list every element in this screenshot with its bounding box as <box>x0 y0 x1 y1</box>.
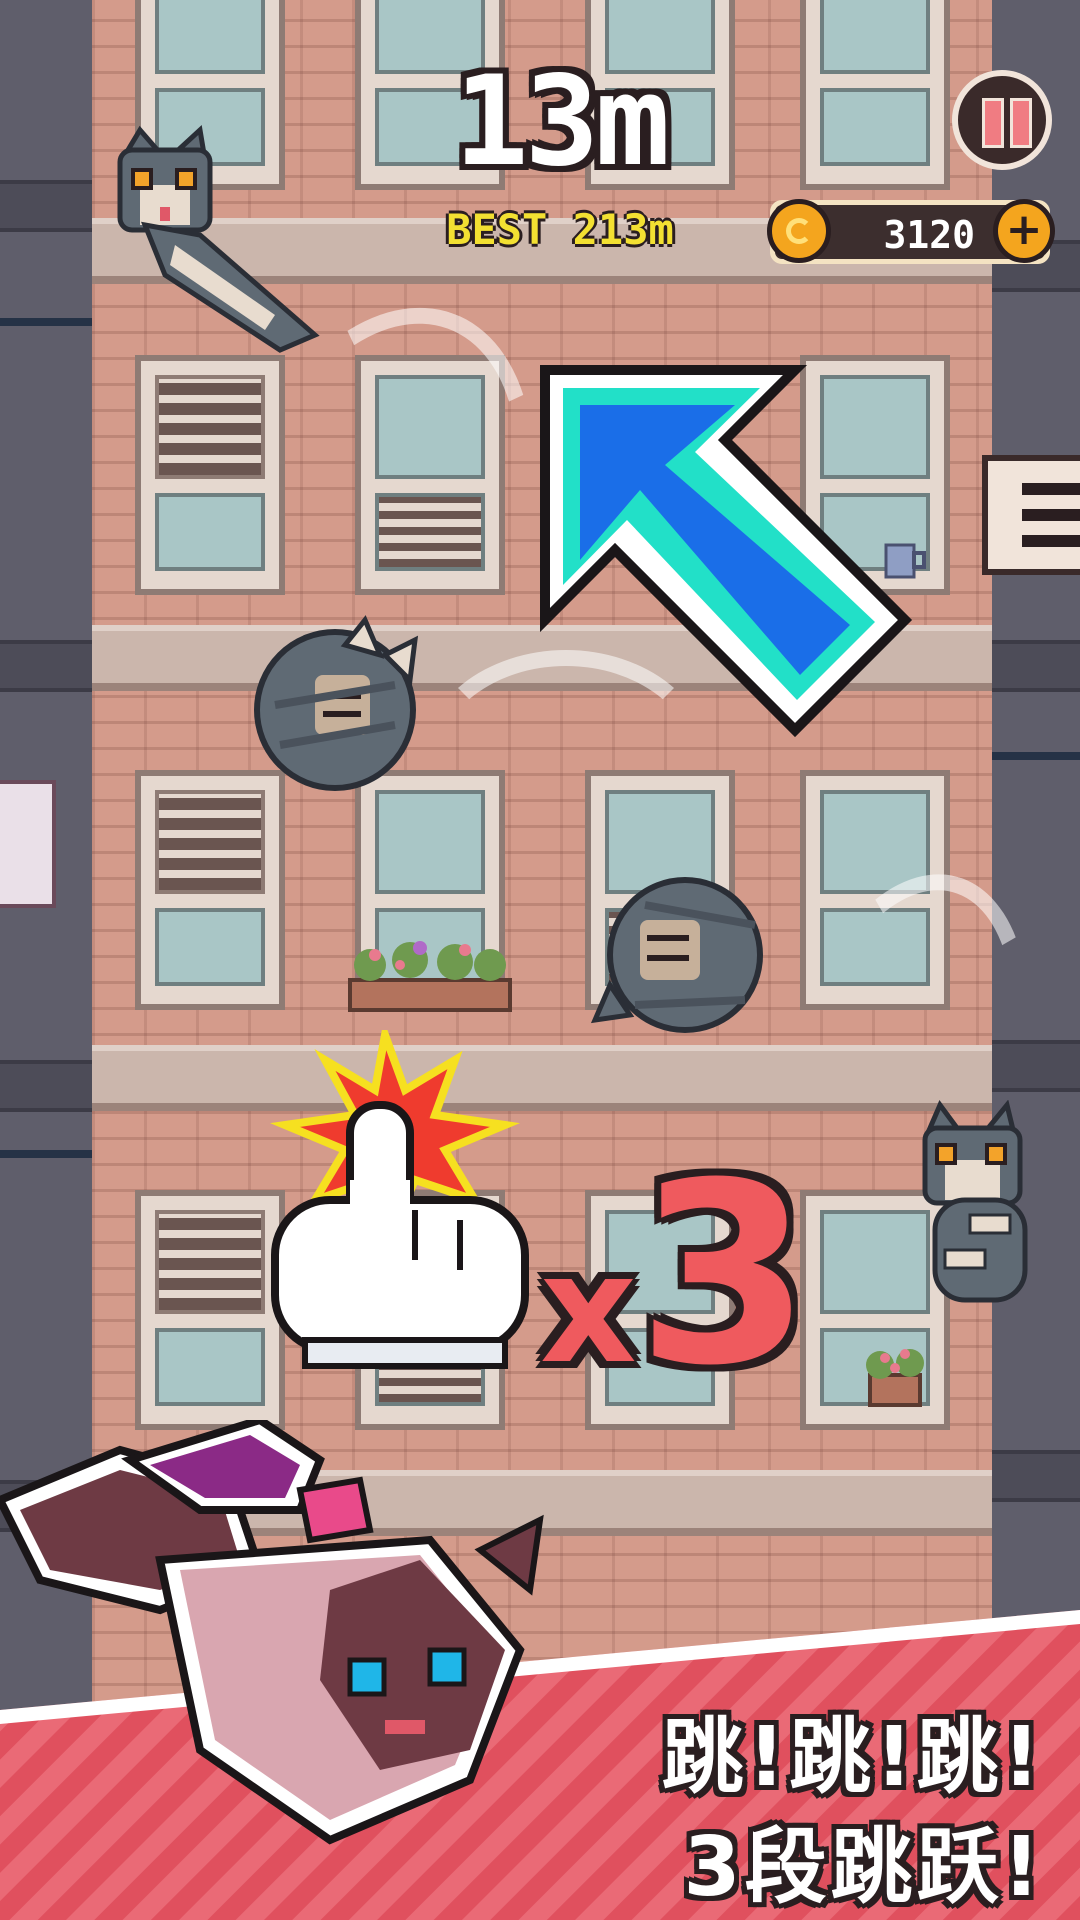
best-distance: BEST 213m <box>446 205 674 254</box>
jump-multiplier: x3 <box>540 1150 811 1400</box>
window <box>135 1190 285 1430</box>
game-screen[interactable]: x3 13m BEST 213m 3120 + 跳!跳!跳! 3段跳跃! <box>0 0 1080 1920</box>
window <box>800 0 950 190</box>
menu-button[interactable] <box>982 455 1080 575</box>
distance-counter: 13m <box>454 50 670 194</box>
multiplier-x: x <box>540 1223 637 1397</box>
flower-box-icon <box>348 941 512 1012</box>
promo-line-1: 跳!跳!跳! <box>661 1710 1044 1805</box>
add-coins-button[interactable]: + <box>993 199 1055 263</box>
promo-line-2: 3段跳跃! <box>683 1820 1044 1915</box>
cat-leaping-icon <box>117 125 320 353</box>
cat-clinging-icon <box>922 1100 1028 1303</box>
flying-cat-mascot-icon <box>0 1420 544 1845</box>
pause-button[interactable] <box>952 70 1052 170</box>
up-left-arrow-icon <box>540 365 913 738</box>
flower-pot-icon <box>866 1349 924 1407</box>
coin-value: 3120 <box>883 213 975 257</box>
tap-hand-icon <box>270 1030 529 1369</box>
coin-icon <box>767 199 831 263</box>
coin-counter: 3120 + <box>767 199 1055 264</box>
poster-fragment <box>0 780 56 908</box>
cat-curled-icon <box>254 615 419 791</box>
window <box>135 770 285 1010</box>
cat-curled-icon <box>590 877 763 1033</box>
multiplier-count: 3 <box>636 1129 811 1420</box>
